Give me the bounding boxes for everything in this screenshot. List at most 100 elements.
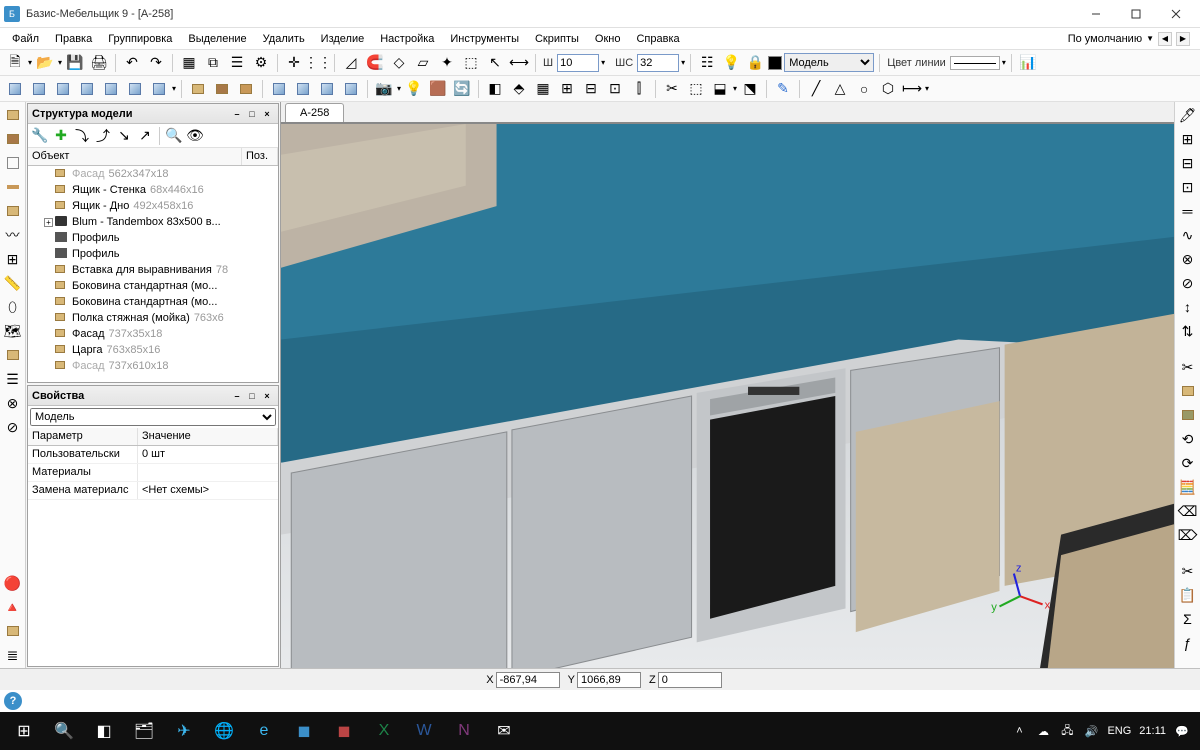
r-sigma-icon[interactable]: Σ (1177, 608, 1199, 630)
task-telegram[interactable]: ✈ (164, 712, 204, 750)
print-button[interactable]: 🖨 (88, 52, 110, 74)
help-button[interactable]: ? (4, 692, 22, 710)
panel-float-icon[interactable]: □ (245, 389, 259, 403)
mirror-h-button[interactable]: ◧ (484, 78, 506, 100)
tool-curve-icon[interactable]: 〰 (2, 224, 24, 246)
line-button[interactable]: ╱ (805, 78, 827, 100)
shade2-button[interactable] (292, 78, 314, 100)
r-icon-5[interactable]: ═ (1177, 200, 1199, 222)
tool-cone-icon[interactable]: 🔺 (2, 596, 24, 618)
tool-block-icon[interactable] (2, 344, 24, 366)
menu-window[interactable]: Окно (587, 31, 629, 47)
tray-vol-icon[interactable]: 🔊 (1083, 723, 1099, 739)
tree-row[interactable]: Ящик - Дно492x458x16 (28, 198, 278, 214)
dim-button[interactable]: ⟷ (508, 52, 530, 74)
snap2-button[interactable]: ◇ (388, 52, 410, 74)
prop-row[interactable]: Замена материалс<Нет схемы> (28, 482, 278, 500)
r-icon-17[interactable]: ⌫ (1177, 500, 1199, 522)
material3-button[interactable] (235, 78, 257, 100)
sect3-button[interactable]: ⬓ (709, 78, 731, 100)
tray-notif-icon[interactable]: 💬 (1174, 723, 1190, 739)
width2-input[interactable] (637, 54, 679, 72)
tool-wood-icon[interactable] (2, 200, 24, 222)
distr-button[interactable]: ⊟ (580, 78, 602, 100)
layer-button[interactable]: ▦ (178, 52, 200, 74)
render-button[interactable]: 🟫 (427, 78, 449, 100)
view-back-button[interactable] (100, 78, 122, 100)
doc-tab-active[interactable]: А-258 (285, 103, 344, 122)
undo-button[interactable]: ↶ (121, 52, 143, 74)
task-mail[interactable]: ✉ (484, 712, 524, 750)
task-word[interactable]: W (404, 712, 444, 750)
tool-sphere-icon[interactable]: 🔴 (2, 572, 24, 594)
tray-net-icon[interactable]: 🖧 (1059, 723, 1075, 739)
r-icon-14[interactable]: ⟲ (1177, 428, 1199, 450)
coord-y-input[interactable] (577, 672, 641, 688)
view-layers-button[interactable]: ☷ (696, 52, 718, 74)
props-scope-select[interactable]: Модель (30, 408, 276, 426)
tray-clock[interactable]: 21:11 (1139, 726, 1166, 737)
tray-lang[interactable]: ENG (1107, 725, 1131, 737)
start-button[interactable]: ⊞ (4, 712, 44, 750)
snap5-button[interactable]: ⬚ (460, 52, 482, 74)
r-icon-8[interactable]: ⊘ (1177, 272, 1199, 294)
task-edge[interactable]: e (244, 712, 284, 750)
angle-button[interactable]: △ (829, 78, 851, 100)
r-icon-16[interactable]: 🧮 (1177, 476, 1199, 498)
task-app1[interactable]: ◼ (284, 712, 324, 750)
tree-row[interactable]: Ящик - Стенка68x446x16 (28, 182, 278, 198)
panel-minimize-icon[interactable]: – (230, 107, 244, 121)
list-button[interactable]: ☰ (226, 52, 248, 74)
st-find-icon[interactable]: 🔍 (164, 126, 184, 146)
prop-row[interactable]: Пользовательски0 шт (28, 446, 278, 464)
r-icon-13[interactable] (1177, 404, 1199, 426)
menu-settings[interactable]: Настройка (372, 31, 442, 47)
refresh-button[interactable]: 🔄 (451, 78, 473, 100)
material2-button[interactable] (211, 78, 233, 100)
menu-group[interactable]: Группировка (100, 31, 180, 47)
menu-product[interactable]: Изделие (313, 31, 373, 47)
snap3-button[interactable]: ▱ (412, 52, 434, 74)
draw-freehand-button[interactable]: ✎ (772, 78, 794, 100)
tree-row[interactable]: Профиль (28, 230, 278, 246)
layout-preset-combo[interactable]: По умолчанию ▼ ◀ ▶ (1068, 32, 1196, 46)
tree-row[interactable]: Профиль (28, 246, 278, 262)
snap4-button[interactable]: ✦ (436, 52, 458, 74)
view-iso-button[interactable] (4, 78, 26, 100)
st-eye-icon[interactable]: 👁 (185, 126, 205, 146)
menu-tools[interactable]: Инструменты (442, 31, 527, 47)
pack-button[interactable]: ⊡ (604, 78, 626, 100)
panel-minimize-icon[interactable]: – (230, 389, 244, 403)
tool-tube-icon[interactable]: ⬯ (2, 296, 24, 318)
model-select[interactable]: Модель (784, 53, 874, 72)
chart-button[interactable]: 📊 (1017, 52, 1039, 74)
panel-close-icon[interactable]: × (260, 107, 274, 121)
menu-scripts[interactable]: Скрипты (527, 31, 587, 47)
r-icon-9[interactable]: ↕ (1177, 296, 1199, 318)
task-excel[interactable]: X (364, 712, 404, 750)
tree-row[interactable]: Боковина стандартная (мо... (28, 278, 278, 294)
group-button[interactable]: ⧉ (202, 52, 224, 74)
bulb-button[interactable]: 💡 (720, 52, 742, 74)
tree-row[interactable]: Фасад737x35x18 (28, 326, 278, 342)
tray-up-icon[interactable]: ˄ (1011, 723, 1027, 739)
r-icon-1[interactable]: 🖊 (1177, 104, 1199, 126)
tray-cloud-icon[interactable]: ☁ (1035, 723, 1051, 739)
3d-viewport[interactable]: x z y (281, 124, 1174, 668)
coord-z-input[interactable] (658, 672, 722, 688)
r-icon-3[interactable]: ⊟ (1177, 152, 1199, 174)
tree-row[interactable]: Фасад737x610x18 (28, 358, 278, 374)
st-branch1-icon[interactable]: ⤵ (72, 126, 92, 146)
array-button[interactable]: ▦ (532, 78, 554, 100)
preset-next-button[interactable]: ▶ (1176, 32, 1190, 46)
view-front-button[interactable] (28, 78, 50, 100)
tool-solid-icon[interactable] (2, 620, 24, 642)
menu-file[interactable]: Файл (4, 31, 47, 47)
color-swatch[interactable] (768, 56, 782, 70)
tool-x1-icon[interactable]: ⊗ (2, 392, 24, 414)
snap1-button[interactable]: ◿ (340, 52, 362, 74)
menu-select[interactable]: Выделение (180, 31, 254, 47)
col-pos[interactable]: Поз. (242, 148, 278, 165)
circle-button[interactable]: ○ (853, 78, 875, 100)
tool-panel-icon[interactable] (2, 104, 24, 126)
